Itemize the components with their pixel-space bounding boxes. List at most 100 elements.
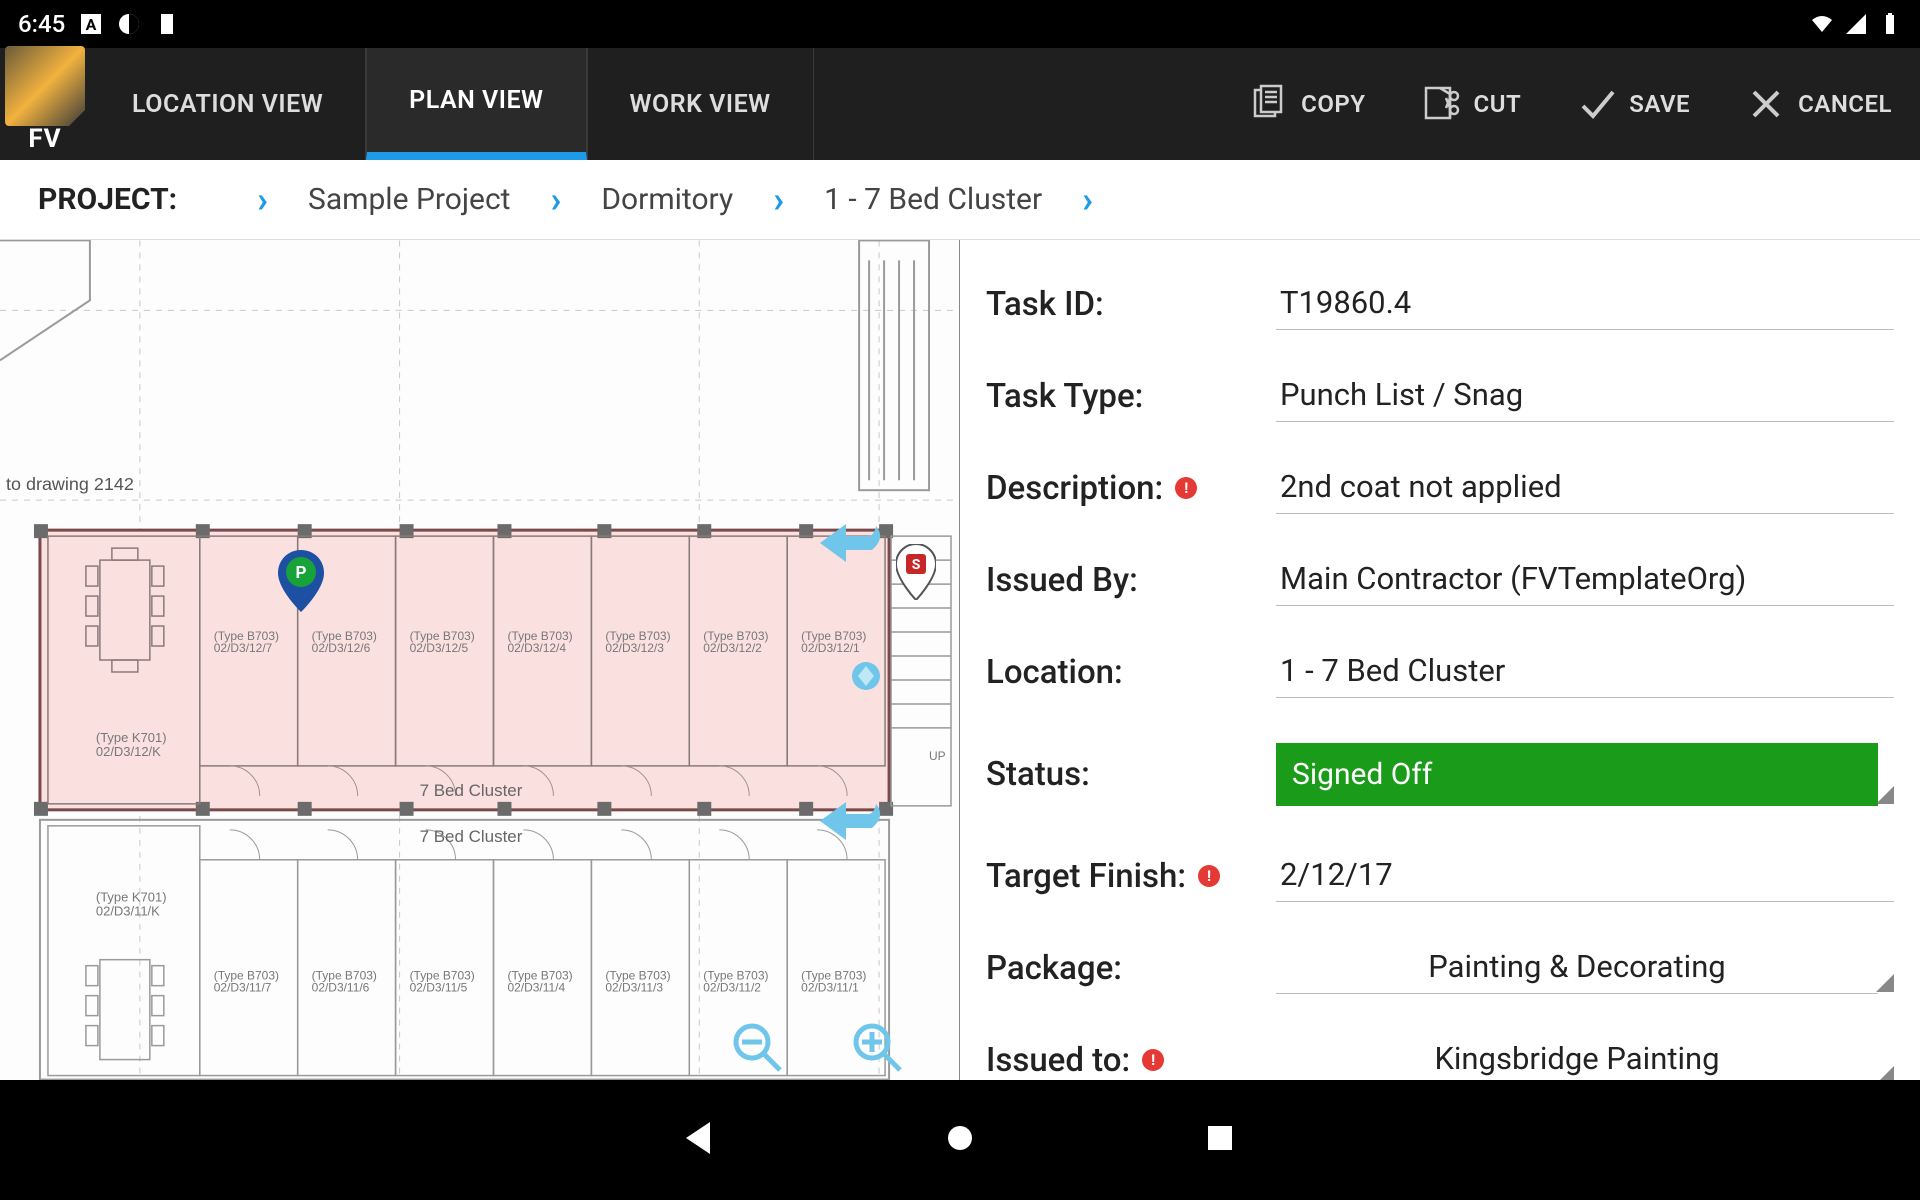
value-package: Painting & Decorating: [1276, 942, 1878, 994]
task-detail-form: Task ID: T19860.4 Task Type: Punch List …: [960, 240, 1920, 1080]
cell-signal-icon: [1844, 12, 1868, 36]
chevron-right-icon: ›: [217, 179, 308, 221]
plan-center-marker[interactable]: [848, 658, 884, 698]
zoom-in-button[interactable]: [850, 1020, 904, 1078]
cut-button[interactable]: CUT: [1394, 84, 1550, 124]
field-location: Location: 1 - 7 Bed Cluster: [986, 626, 1894, 718]
breadcrumb-area[interactable]: 1 - 7 Bed Cluster: [824, 182, 1042, 217]
svg-text:P: P: [296, 563, 307, 583]
package-dropdown[interactable]: Painting & Decorating: [1276, 942, 1894, 994]
wifi-icon: [1810, 12, 1834, 36]
android-nav-bar: [0, 1080, 1920, 1200]
map-pin-p[interactable]: P: [278, 550, 324, 616]
logo-graphic: [5, 46, 85, 126]
nav-recent-button[interactable]: [1200, 1118, 1240, 1162]
label-task-type: Task Type:: [986, 377, 1276, 416]
android-status-bar: 6:45 A: [0, 0, 1920, 48]
field-target-finish: Target Finish:! 2/12/17: [986, 830, 1894, 922]
alert-icon: !: [1175, 477, 1197, 499]
svg-text:(Type K701): (Type K701): [96, 890, 167, 905]
tab-location-view[interactable]: LOCATION VIEW: [90, 48, 366, 160]
copy-label: COPY: [1301, 90, 1365, 118]
check-icon: [1577, 84, 1617, 124]
plan-note: to drawing 2142: [6, 474, 134, 494]
value-task-id[interactable]: T19860.4: [1276, 278, 1894, 330]
floor-plan-drawing: to drawing 2142 (Type K701): [0, 240, 959, 1080]
svg-text:(Type K701): (Type K701): [96, 730, 167, 745]
svg-text:02/D3/11/K: 02/D3/11/K: [96, 904, 160, 919]
svg-text:02/D3/12/3: 02/D3/12/3: [605, 641, 664, 655]
cancel-button[interactable]: CANCEL: [1718, 84, 1920, 124]
issued-to-dropdown[interactable]: Kingsbridge Painting: [1276, 1034, 1894, 1080]
svg-text:UP: UP: [929, 749, 946, 763]
cancel-label: CANCEL: [1798, 90, 1892, 118]
nav-home-button[interactable]: [940, 1118, 980, 1162]
close-icon: [1746, 84, 1786, 124]
main-content: to drawing 2142 (Type K701): [0, 240, 1920, 1080]
svg-text:02/D3/12/1: 02/D3/12/1: [801, 641, 860, 655]
nav-back-button[interactable]: [680, 1118, 720, 1162]
svg-text:02/D3/12/6: 02/D3/12/6: [312, 641, 371, 655]
copy-button[interactable]: COPY: [1221, 84, 1393, 124]
app-toolbar: FV LOCATION VIEW PLAN VIEW WORK VIEW COP…: [0, 48, 1920, 160]
value-task-type[interactable]: Punch List / Snag: [1276, 370, 1894, 422]
alert-icon: !: [1142, 1049, 1164, 1071]
dropdown-indicator-icon: [1876, 786, 1894, 804]
alert-icon: !: [1198, 865, 1220, 887]
field-task-type: Task Type: Punch List / Snag: [986, 350, 1894, 442]
zoom-out-button[interactable]: [730, 1020, 784, 1078]
app-logo[interactable]: FV: [0, 48, 90, 160]
view-tabs: LOCATION VIEW PLAN VIEW WORK VIEW: [90, 48, 814, 160]
status-value: Signed Off: [1276, 743, 1878, 806]
tab-plan-view[interactable]: PLAN VIEW: [366, 48, 586, 160]
status-time: 6:45: [18, 10, 65, 38]
field-task-id: Task ID: T19860.4: [986, 258, 1894, 350]
svg-text:02/D3/12/4: 02/D3/12/4: [507, 641, 566, 655]
map-pin-s[interactable]: S: [896, 544, 936, 604]
plan-nav-arrow-lower[interactable]: [816, 796, 886, 850]
toolbar-actions: COPY CUT SAVE CANCEL: [1221, 48, 1920, 160]
dropdown-indicator-icon: [1876, 1066, 1894, 1080]
svg-text:A: A: [86, 15, 97, 34]
label-status: Status:: [986, 755, 1276, 794]
field-status: Status: Signed Off: [986, 728, 1894, 820]
svg-text:02/D3/11/2: 02/D3/11/2: [703, 981, 761, 995]
breadcrumb-building[interactable]: Dormitory: [601, 182, 733, 217]
tab-work-view[interactable]: WORK VIEW: [587, 48, 814, 160]
status-icon-sd: [155, 12, 179, 36]
chevron-right-icon: ›: [510, 179, 601, 221]
field-package: Package: Painting & Decorating: [986, 922, 1894, 1014]
status-icon-contrast: [117, 12, 141, 36]
value-location[interactable]: 1 - 7 Bed Cluster: [1276, 646, 1894, 698]
label-package: Package:: [986, 949, 1276, 988]
svg-text:02/D3/11/6: 02/D3/11/6: [312, 981, 370, 995]
cluster-label: 7 Bed Cluster: [420, 827, 523, 846]
save-button[interactable]: SAVE: [1549, 84, 1718, 124]
logo-text: FV: [28, 124, 61, 154]
chevron-right-icon: ›: [733, 179, 824, 221]
svg-text:02/D3/11/7: 02/D3/11/7: [214, 981, 272, 995]
svg-text:02/D3/12/5: 02/D3/12/5: [410, 641, 469, 655]
field-description: Description:! 2nd coat not applied: [986, 442, 1894, 534]
breadcrumb-project[interactable]: Sample Project: [308, 182, 510, 217]
cluster-label: 7 Bed Cluster: [420, 781, 523, 800]
field-issued-by: Issued By: Main Contractor (FVTemplateOr…: [986, 534, 1894, 626]
svg-text:S: S: [912, 557, 921, 573]
field-issued-to: Issued to:! Kingsbridge Painting: [986, 1014, 1894, 1080]
dropdown-indicator-icon: [1876, 974, 1894, 992]
svg-text:02/D3/11/4: 02/D3/11/4: [507, 981, 565, 995]
plan-nav-arrow-upper[interactable]: [816, 518, 886, 572]
value-issued-by[interactable]: Main Contractor (FVTemplateOrg): [1276, 554, 1894, 606]
plan-view-pane[interactable]: to drawing 2142 (Type K701): [0, 240, 960, 1080]
status-dropdown[interactable]: Signed Off: [1276, 743, 1894, 806]
svg-text:02/D3/11/5: 02/D3/11/5: [410, 981, 468, 995]
label-issued-by: Issued By:: [986, 561, 1276, 600]
chevron-right-icon: ›: [1042, 179, 1133, 221]
value-target-finish[interactable]: 2/12/17: [1276, 850, 1894, 902]
svg-text:02/D3/11/3: 02/D3/11/3: [605, 981, 663, 995]
breadcrumb-label: PROJECT:: [38, 182, 177, 217]
svg-text:02/D3/12/7: 02/D3/12/7: [214, 641, 273, 655]
value-issued-to: Kingsbridge Painting: [1276, 1034, 1878, 1080]
value-description[interactable]: 2nd coat not applied: [1276, 462, 1894, 514]
save-label: SAVE: [1629, 90, 1690, 118]
